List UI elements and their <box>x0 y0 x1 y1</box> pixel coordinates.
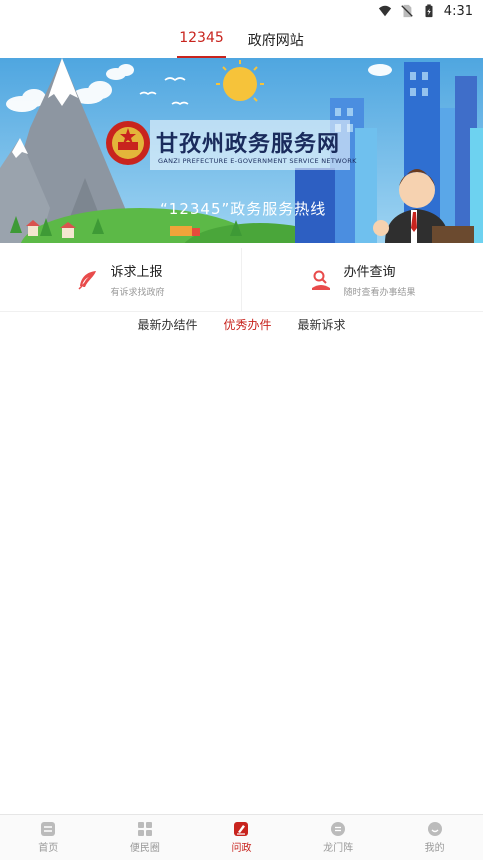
tab-latest-complaints[interactable]: 最新诉求 <box>298 316 346 338</box>
status-time: 4:31 <box>443 3 473 19</box>
banner-slogan: “12345”政务服务热线 <box>160 200 327 218</box>
nav-label: 便民圈 <box>129 843 160 854</box>
service-cards: 诉求上报 有诉求找政府 办件查询 随时查看办事结果 <box>0 248 483 312</box>
submit-complaint-button[interactable]: 诉求上报 有诉求找政府 <box>0 248 241 311</box>
nav-profile[interactable]: 我的 <box>386 815 483 860</box>
service-title: 诉求上报 <box>110 265 163 280</box>
wifi-icon <box>378 5 391 17</box>
nav-label: 首页 <box>38 843 59 854</box>
banner-title: 甘孜州政务服务网 <box>156 131 341 157</box>
bottom-nav: 首页 便民圈 问政 龙门阵 我的 <box>0 814 483 860</box>
service-subtitle: 随时查看办事结果 <box>343 288 416 298</box>
tab-latest-completed[interactable]: 最新办结件 <box>137 316 197 338</box>
service-subtitle: 有诉求找政府 <box>110 288 165 298</box>
status-bar: 4:31 <box>0 0 483 22</box>
profile-icon <box>427 822 442 836</box>
nav-label: 我的 <box>424 843 445 854</box>
chat-icon <box>331 822 346 836</box>
nav-home[interactable]: 首页 <box>0 815 97 860</box>
tab-12345[interactable]: 12345 <box>177 26 226 58</box>
person-search-icon <box>312 270 331 290</box>
nav-forum[interactable]: 龙门阵 <box>290 815 387 860</box>
tab-government-website[interactable]: 政府网站 <box>246 26 306 56</box>
nav-inquiry[interactable]: 问政 <box>193 815 290 860</box>
home-icon <box>41 822 56 836</box>
nav-label: 龙门阵 <box>323 843 354 854</box>
no-sim-icon <box>401 4 413 18</box>
grid-icon <box>137 822 152 836</box>
tab-excellent-cases[interactable]: 优秀办件 <box>223 316 271 338</box>
banner[interactable]: 甘孜州政务服务网 GANZI PREFECTURE E-GOVERNMENT S… <box>0 58 483 243</box>
battery-icon <box>425 4 433 18</box>
case-query-button[interactable]: 办件查询 随时查看办事结果 <box>241 248 483 311</box>
nav-community[interactable]: 便民圈 <box>97 815 194 860</box>
service-title: 办件查询 <box>343 265 396 280</box>
top-tabs: 12345 政府网站 <box>0 26 483 58</box>
feather-icon <box>78 270 97 290</box>
nav-label: 问政 <box>231 843 252 854</box>
edit-icon <box>234 822 249 836</box>
sub-tabs: 最新办结件 优秀办件 最新诉求 <box>0 316 483 338</box>
banner-subtitle: GANZI PREFECTURE E-GOVERNMENT SERVICE NE… <box>158 157 357 165</box>
